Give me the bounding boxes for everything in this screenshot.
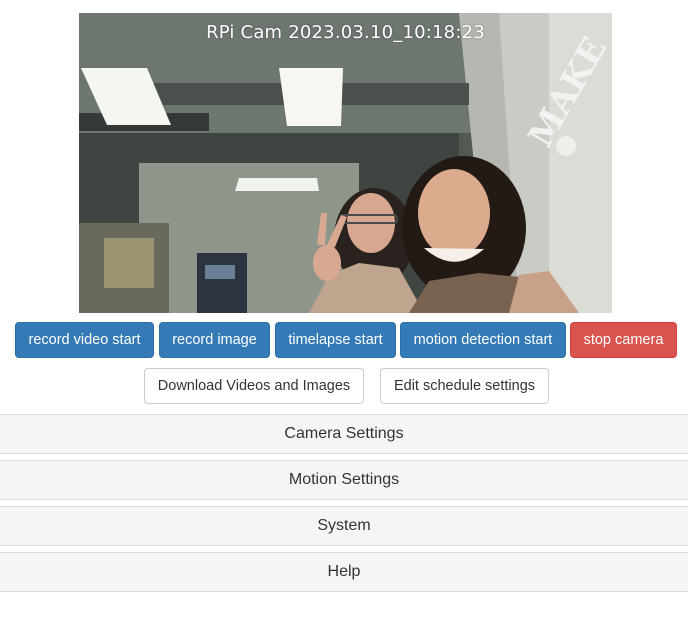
- camera-controls: record video start record image timelaps…: [0, 322, 688, 358]
- motion-detection-start-button[interactable]: motion detection start: [400, 322, 566, 358]
- camera-image: MAKE: [79, 13, 612, 313]
- panel-help[interactable]: Help: [0, 552, 688, 592]
- timelapse-start-button[interactable]: timelapse start: [275, 322, 396, 358]
- panel-motion-settings[interactable]: Motion Settings: [0, 460, 688, 500]
- record-image-button[interactable]: record image: [159, 322, 270, 358]
- camera-timestamp: RPi Cam 2023.03.10_10:18:23: [206, 22, 485, 43]
- camera-preview: MAKE RPi Cam 2023.03.10_10:18:23: [79, 13, 612, 313]
- panel-camera-settings[interactable]: Camera Settings: [0, 414, 688, 454]
- edit-schedule-settings-button[interactable]: Edit schedule settings: [380, 368, 549, 404]
- panel-system[interactable]: System: [0, 506, 688, 546]
- download-videos-images-button[interactable]: Download Videos and Images: [144, 368, 364, 404]
- record-video-start-button[interactable]: record video start: [15, 322, 154, 358]
- secondary-actions: Download Videos and Images Edit schedule…: [0, 368, 688, 404]
- stop-camera-button[interactable]: stop camera: [570, 322, 677, 358]
